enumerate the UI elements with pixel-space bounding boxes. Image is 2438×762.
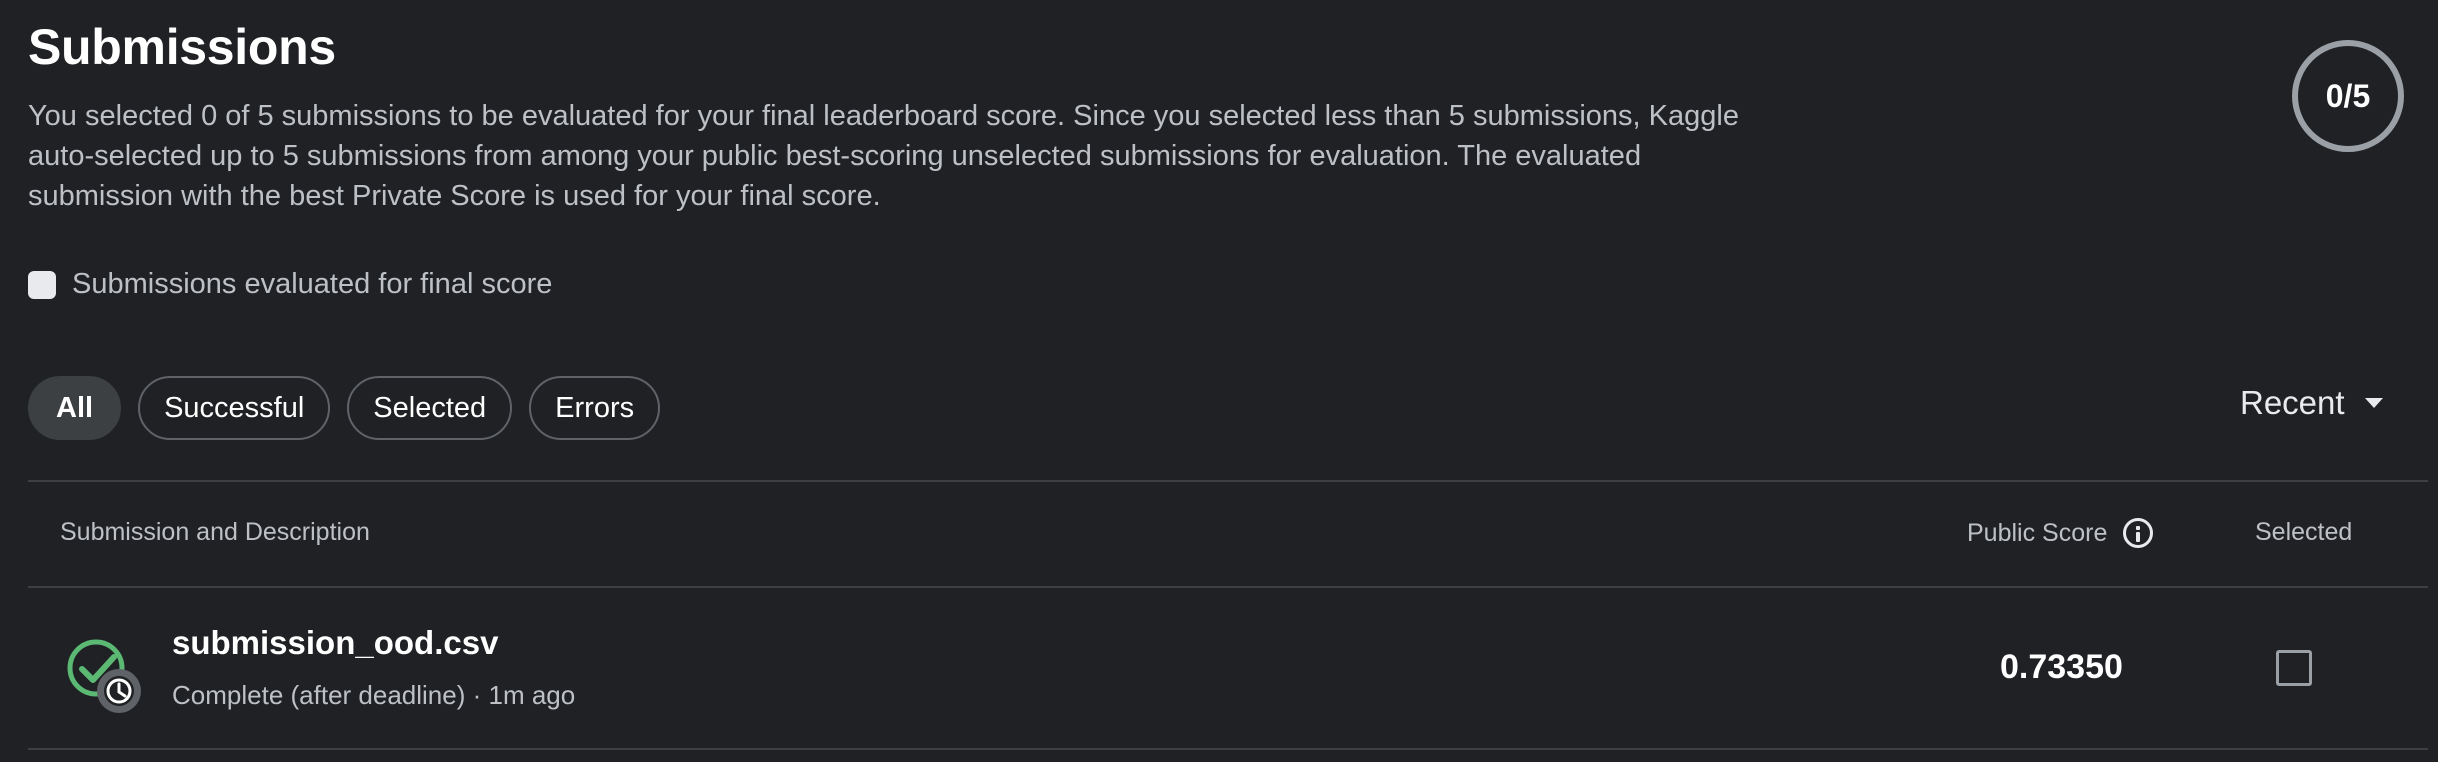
page-title: Submissions <box>28 19 336 75</box>
public-score-value: 0.73350 <box>2000 648 2123 686</box>
submissions-page: Submissions You selected 0 of 5 submissi… <box>0 0 2438 762</box>
selection-counter: 0/5 <box>2292 40 2404 152</box>
divider-row <box>28 748 2428 750</box>
filter-chip-errors[interactable]: Errors <box>529 376 661 440</box>
complete-late-status-icon <box>67 639 141 713</box>
column-header-selected: Selected <box>2255 518 2353 546</box>
public-score-header-label: Public Score <box>1967 518 2108 547</box>
caret-down-icon <box>2364 398 2383 408</box>
divider-header <box>28 586 2428 588</box>
select-submission-checkbox[interactable] <box>2276 650 2312 686</box>
submission-status: Complete (after deadline) · 1m ago <box>172 680 576 710</box>
filter-chips: All Successful Selected Errors <box>28 376 661 440</box>
column-header-description: Submission and Description <box>60 518 370 546</box>
sort-dropdown[interactable]: Recent <box>2240 384 2383 422</box>
final-score-checkbox[interactable] <box>28 270 56 299</box>
submission-filename[interactable]: submission_ood.csv <box>172 624 498 662</box>
info-icon[interactable] <box>2123 518 2154 548</box>
divider-top <box>28 480 2428 482</box>
final-score-label: Submissions evaluated for final score <box>72 268 553 300</box>
filter-chip-successful[interactable]: Successful <box>138 376 331 440</box>
selection-description: You selected 0 of 5 submissions to be ev… <box>28 100 1739 212</box>
filter-chip-all[interactable]: All <box>28 376 122 440</box>
column-header-public-score: Public Score <box>1967 518 2154 548</box>
final-score-filter[interactable]: Submissions evaluated for final score <box>28 268 552 301</box>
sort-label: Recent <box>2240 384 2345 421</box>
filter-chip-selected[interactable]: Selected <box>347 376 513 440</box>
